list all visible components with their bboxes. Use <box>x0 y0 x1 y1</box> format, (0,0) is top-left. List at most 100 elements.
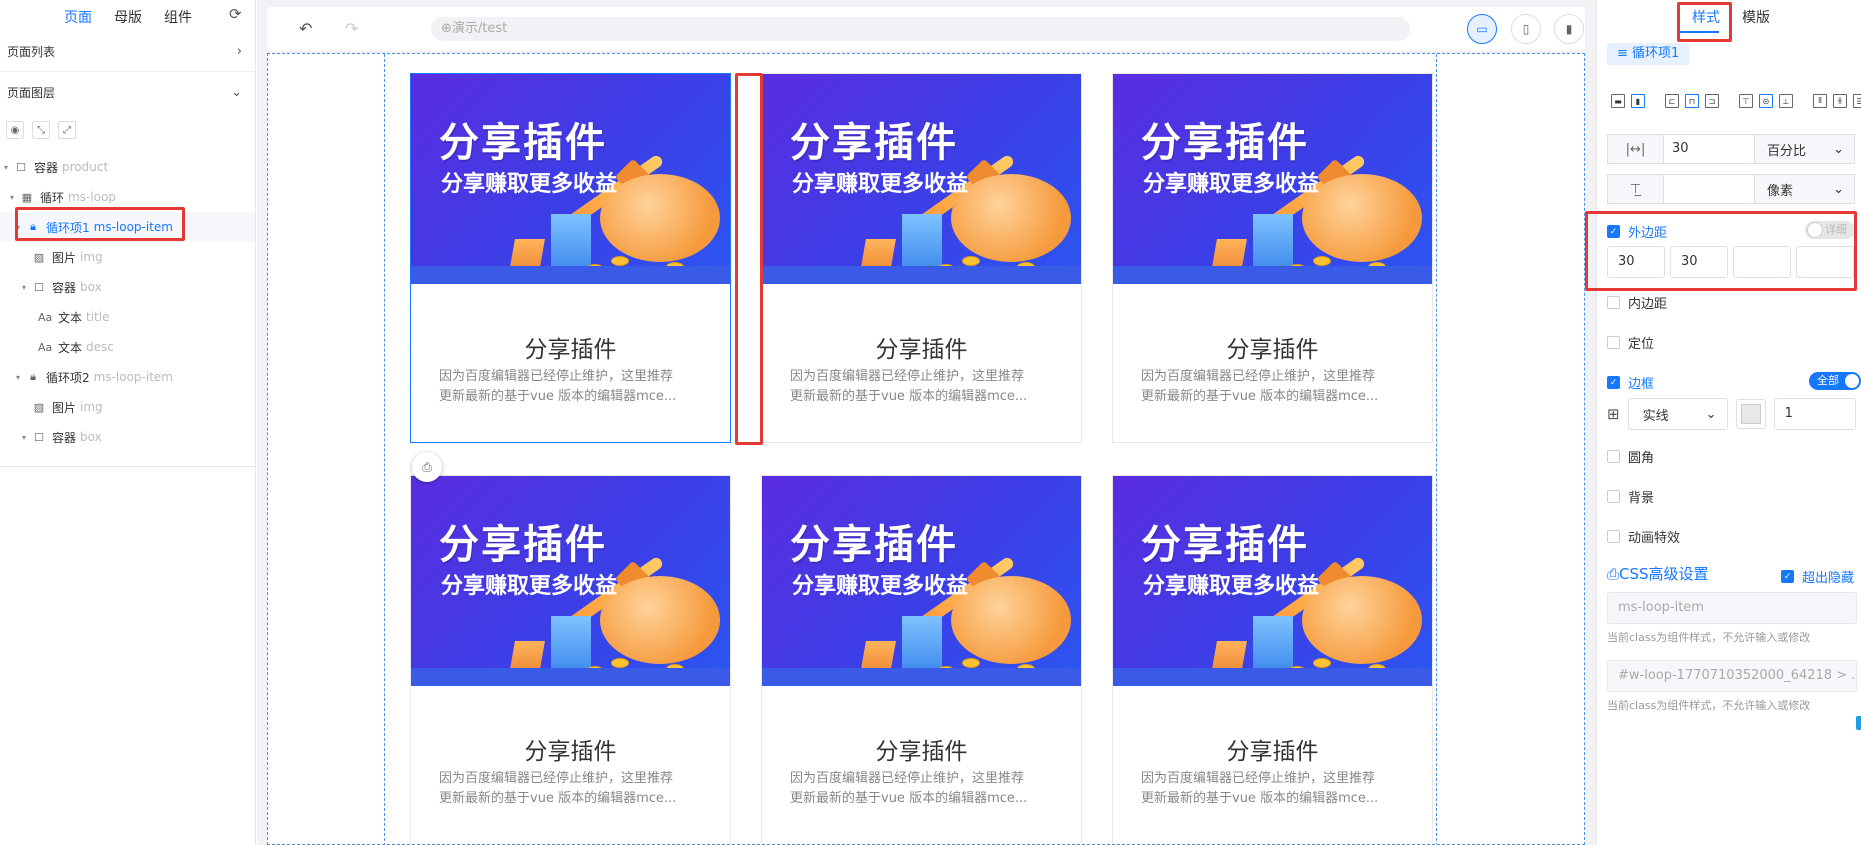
overflow-hidden-option[interactable]: ✓ 超出隐藏 <box>1781 567 1854 586</box>
tree-node-tag: ms-loop-item <box>93 220 173 234</box>
caret-down-icon: ▾ <box>22 282 27 292</box>
radius-label: 圆角 <box>1628 451 1655 466</box>
distribute-h-icon[interactable]: ⫴ <box>1813 94 1827 108</box>
checkbox-checked-icon[interactable]: ✓ <box>1607 376 1620 389</box>
tree-node-tag: img <box>80 250 103 264</box>
loop-card[interactable]: 分享插件 分享赚取更多收益 分享插件 因为百度编辑器已经停止维护，这里推荐 更新最新的基… <box>761 475 1082 844</box>
loop-container[interactable]: 分享插件 分享赚取更多收益 分享插件 因为百度编辑器已经停止维护，这里推荐 更新最新的基… <box>384 54 1437 844</box>
mobile-device-icon[interactable]: ▮ <box>1554 14 1584 44</box>
border-all-toggle[interactable]: 全部 <box>1809 372 1861 390</box>
border-color-picker[interactable] <box>1735 399 1766 429</box>
insert-component-icon[interactable]: ⎙ <box>412 452 442 482</box>
margin-option[interactable]: ✓ 外边距 <box>1607 222 1667 241</box>
loop-card[interactable]: 分享插件 分享赚取更多收益 分享插件 因为百度编辑器已经停止维护，这里推荐 更新最新的基… <box>410 475 731 844</box>
tree-node-img[interactable]: ▨ 图片 img <box>0 242 255 272</box>
tab-components[interactable]: 组件 <box>164 7 192 32</box>
border-option[interactable]: ✓ 边框 <box>1607 373 1654 392</box>
tree-node-img-2[interactable]: ▨ 图片 img <box>0 392 255 422</box>
align-bottom-icon[interactable]: ⊥ <box>1779 94 1793 108</box>
card-desc-line: 更新最新的基于vue 版本的编辑器mce... <box>790 791 1028 806</box>
scrollbar-thumb[interactable] <box>1856 716 1861 730</box>
design-canvas[interactable]: 分享插件 分享赚取更多收益 分享插件 因为百度编辑器已经停止维护，这里推荐 更新最新的基… <box>267 53 1585 845</box>
more-align-icon[interactable]: ☰ <box>1853 94 1861 108</box>
tab-template[interactable]: 模版 <box>1742 7 1770 27</box>
checkbox-checked-icon[interactable]: ✓ <box>1607 225 1620 238</box>
tablet-device-icon[interactable]: ▯ <box>1511 14 1541 44</box>
tree-node-tag: box <box>80 430 102 444</box>
tree-node-loop[interactable]: ▾ ▦ 循环 ms-loop <box>0 182 255 212</box>
right-panel: 样式 模版 ≡ 循环项1 ▬ ▮ ⊏ ⊓ ⊐ ⊤ ⊝ ⊥ ⫴ ⫵ ☰ |↔| 3… <box>1585 0 1861 845</box>
border-width-input[interactable]: 1 <box>1773 398 1856 430</box>
checkbox-icon[interactable] <box>1607 450 1620 463</box>
width-input[interactable]: 30 <box>1663 134 1755 164</box>
align-stretch-v-icon[interactable]: ▮ <box>1631 94 1645 108</box>
tree-node-loop-item-1[interactable]: ▾ 🔒︎ 循环项1 ms-loop-item <box>0 212 255 242</box>
border-label: 边框 <box>1628 377 1655 392</box>
tab-masters[interactable]: 母版 <box>114 7 142 32</box>
margin-bottom-input[interactable] <box>1733 246 1791 278</box>
card-desc-line: 因为百度编辑器已经停止维护，这里推荐 <box>790 369 1025 384</box>
class-readonly-input[interactable]: ms-loop-item <box>1607 592 1857 624</box>
border-sides-icon[interactable]: ⊞ <box>1607 405 1620 423</box>
checkbox-icon[interactable] <box>1607 490 1620 503</box>
expand-icon[interactable]: ⤡ <box>32 121 50 139</box>
banner-subtitle: 分享赚取更多收益 <box>1143 172 1320 197</box>
width-row: |↔| 30 百分比 ⌄ <box>1607 134 1855 164</box>
align-right-icon[interactable]: ⊐ <box>1705 94 1719 108</box>
align-middle-icon[interactable]: ⊝ <box>1759 94 1773 108</box>
position-option[interactable]: 定位 <box>1607 333 1654 352</box>
banner-title: 分享插件 <box>439 521 607 568</box>
url-bar[interactable]: ⊕演示/test <box>431 17 1410 41</box>
align-stretch-h-icon[interactable]: ▬ <box>1611 94 1625 108</box>
card-title: 分享插件 <box>524 337 617 363</box>
page-list-label: 页面列表 <box>7 45 56 59</box>
tree-node-label: 图片 <box>52 250 77 265</box>
page-list-header[interactable]: 页面列表 › <box>0 32 255 72</box>
width-unit-select[interactable]: 百分比 ⌄ <box>1755 134 1855 164</box>
animation-option[interactable]: 动画特效 <box>1607 527 1680 546</box>
align-center-h-icon[interactable]: ⊓ <box>1685 94 1699 108</box>
tab-style[interactable]: 样式 <box>1692 7 1720 27</box>
align-top-icon[interactable]: ⊤ <box>1739 94 1753 108</box>
radius-option[interactable]: 圆角 <box>1607 447 1654 466</box>
margin-left-input[interactable] <box>1796 246 1854 278</box>
height-input[interactable] <box>1663 174 1755 204</box>
loop-card[interactable]: 分享插件 分享赚取更多收益 分享插件 因为百度编辑器已经停止维护，这里推荐 更新最新的基… <box>410 73 731 443</box>
refresh-icon[interactable]: ⟳ <box>229 5 242 23</box>
checkbox-icon[interactable] <box>1607 530 1620 543</box>
margin-detail-toggle[interactable]: 详细 <box>1805 221 1855 239</box>
height-unit-select[interactable]: 像素 ⌄ <box>1755 174 1855 204</box>
selector-readonly-input[interactable]: #w-loop-1770710352000_64218 > .ms-loop-i… <box>1607 660 1857 692</box>
distribute-v-icon[interactable]: ⫵ <box>1833 94 1847 108</box>
align-left-icon[interactable]: ⊏ <box>1665 94 1679 108</box>
loop-card[interactable]: 分享插件 分享赚取更多收益 分享插件 因为百度编辑器已经停止维护，这里推荐 更新最新的基… <box>1112 475 1433 844</box>
desktop-device-icon[interactable]: ▭ <box>1467 14 1497 44</box>
background-option[interactable]: 背景 <box>1607 487 1654 506</box>
margin-right-input[interactable]: 30 <box>1670 246 1728 278</box>
checkbox-icon[interactable] <box>1607 336 1620 349</box>
banner-subtitle: 分享赚取更多收益 <box>441 172 618 197</box>
card-desc-line: 因为百度编辑器已经停止维护，这里推荐 <box>439 369 674 384</box>
tree-node-box[interactable]: ▾ ☐ 容器 box <box>0 272 255 302</box>
padding-option[interactable]: 内边距 <box>1607 293 1667 312</box>
box-icon: ☐ <box>34 280 44 294</box>
loop-card[interactable]: 分享插件 分享赚取更多收益 分享插件 因为百度编辑器已经停止维护，这里推荐 更新最新的基… <box>761 73 1082 443</box>
tree-node-product[interactable]: ▾ ☐ 容器 product <box>0 152 255 182</box>
page-layers-header[interactable]: 页面图层 ⌄ <box>0 72 255 112</box>
loop-card[interactable]: 分享插件 分享赚取更多收益 分享插件 因为百度编辑器已经停止维护，这里推荐 更新最新的基… <box>1112 73 1433 443</box>
redo-icon[interactable]: ↷ <box>345 19 358 38</box>
collapse-icon[interactable]: ⤢ <box>58 121 76 139</box>
card-banner-image: 分享插件 分享赚取更多收益 <box>411 476 730 686</box>
border-style-select[interactable]: 实线 ⌄ <box>1627 398 1728 430</box>
tree-node-box-2[interactable]: ▾ ☐ 容器 box <box>0 422 255 452</box>
tree-node-text-desc[interactable]: Aa 文本 desc <box>0 332 255 362</box>
tree-node-text-title[interactable]: Aa 文本 title <box>0 302 255 332</box>
checkbox-icon[interactable] <box>1607 296 1620 309</box>
checkbox-checked-icon[interactable]: ✓ <box>1781 570 1794 583</box>
locate-icon[interactable]: ◉ <box>6 121 24 139</box>
tree-node-loop-item-2[interactable]: ▾ 🔒︎ 循环项2 ms-loop-item <box>0 362 255 392</box>
margin-top-input[interactable]: 30 <box>1607 246 1665 278</box>
undo-icon[interactable]: ↶ <box>299 19 312 38</box>
tab-pages[interactable]: 页面 <box>64 7 92 32</box>
card-description: 因为百度编辑器已经停止维护，这里推荐 更新最新的基于vue 版本的编辑器mce..… <box>790 769 1055 809</box>
